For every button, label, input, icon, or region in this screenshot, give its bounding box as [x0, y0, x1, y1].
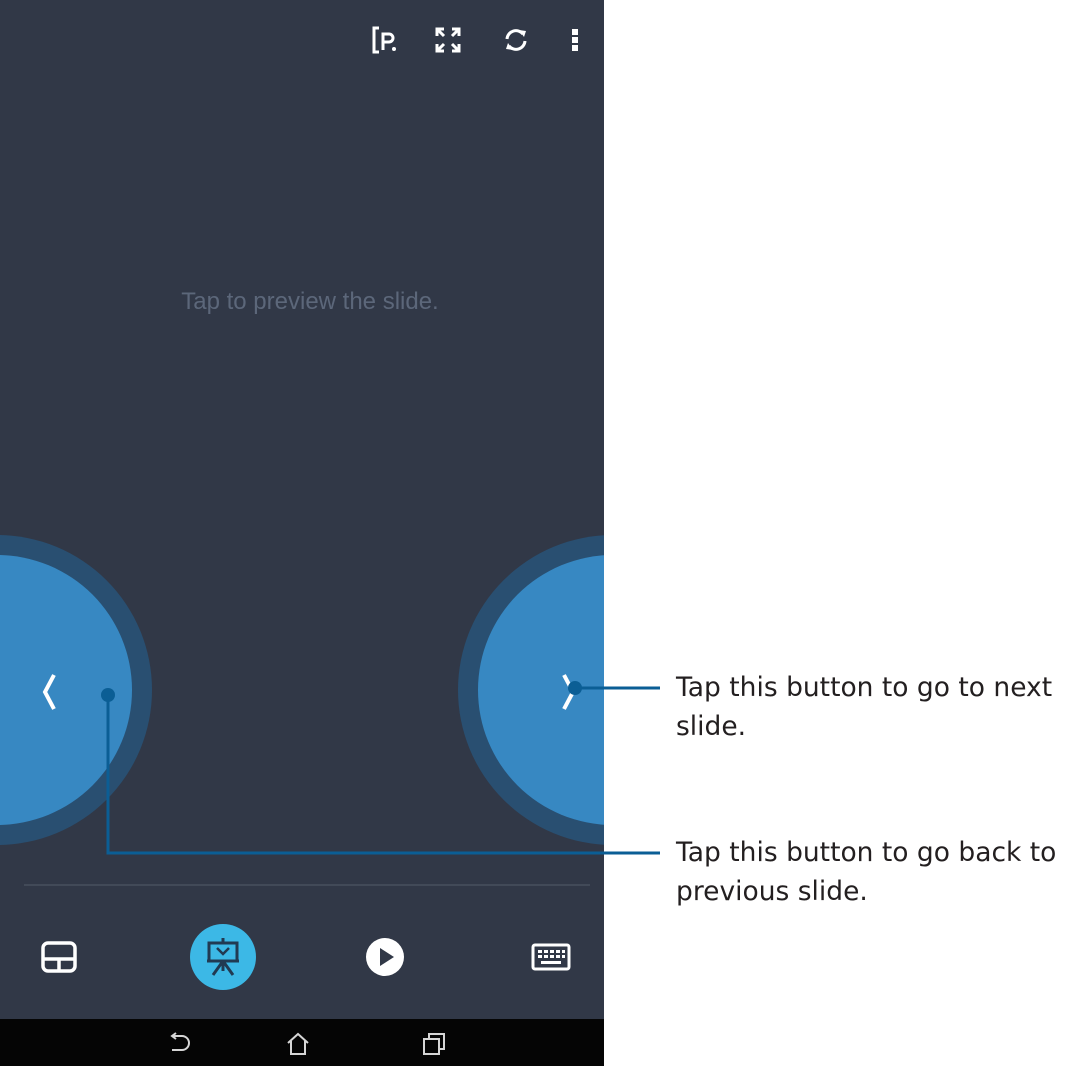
fullscreen-icon[interactable] [428, 20, 468, 60]
phone-screen: Tap to preview the slide. [0, 0, 604, 1066]
presentation-file-icon[interactable] [365, 20, 405, 60]
page: Tap to preview the slide. Tap this butto… [0, 0, 1067, 1066]
previous-slide-button[interactable] [0, 535, 152, 845]
previous-annotation-line2: previous slide. [676, 876, 868, 907]
back-icon[interactable] [163, 1028, 195, 1060]
play-icon [366, 938, 404, 976]
previous-slide-button-face[interactable] [0, 555, 132, 825]
next-slide-button[interactable] [458, 535, 604, 845]
preview-hint[interactable]: Tap to preview the slide. [0, 288, 604, 316]
more-vert-icon[interactable] [555, 20, 595, 60]
previous-slide-annotation: Tap this button to go back to previous s… [676, 833, 1066, 911]
touchpad-mode-button[interactable] [26, 924, 92, 990]
keyboard-icon [531, 943, 571, 971]
presentation-mode-button[interactable] [190, 924, 256, 990]
next-slide-annotation: Tap this button to go to next slide. [676, 668, 1066, 746]
next-slide-button-face[interactable] [478, 555, 604, 825]
recent-apps-icon[interactable] [418, 1028, 450, 1060]
bottom-divider [24, 884, 590, 886]
chevron-left-icon [34, 662, 64, 722]
home-icon[interactable] [282, 1028, 314, 1060]
play-slideshow-button[interactable] [352, 924, 418, 990]
touchpad-icon [41, 941, 77, 973]
keyboard-mode-button[interactable] [518, 924, 584, 990]
next-annotation-line2: slide. [676, 711, 747, 742]
previous-annotation-line1: Tap this button to go back to [676, 837, 1057, 868]
system-navigation-bar [0, 1019, 604, 1066]
next-annotation-line1: Tap this button to go to next [676, 672, 1053, 703]
presentation-icon [207, 938, 239, 976]
chevron-right-icon [554, 662, 584, 722]
sync-icon[interactable] [496, 20, 536, 60]
